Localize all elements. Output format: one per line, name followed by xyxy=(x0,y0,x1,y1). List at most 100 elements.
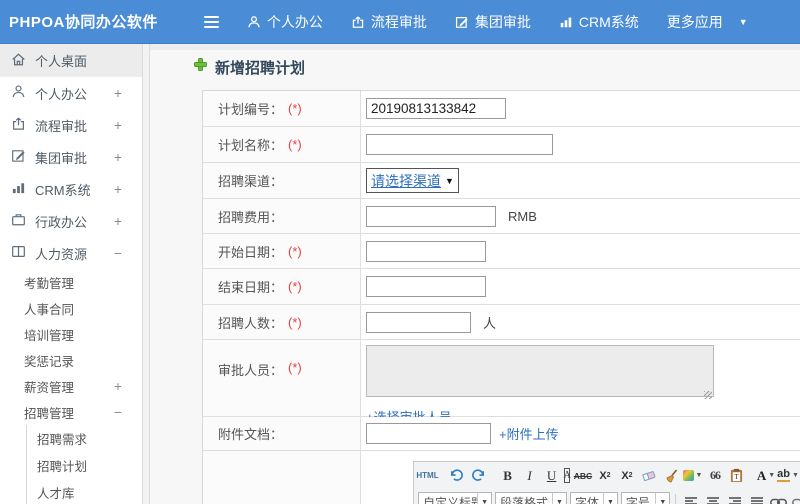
sidebar-item-group-approval[interactable]: 集团审批 + xyxy=(0,141,142,173)
edit-icon xyxy=(455,15,469,29)
edit-icon xyxy=(11,148,26,166)
bold-button[interactable]: B xyxy=(498,466,517,485)
font-style-button[interactable]: A xyxy=(564,468,571,483)
insert-link-button[interactable] xyxy=(769,493,788,504)
underline-button[interactable]: U xyxy=(542,466,561,485)
font-size-dropdown[interactable]: 字号 ▼ xyxy=(620,492,671,504)
align-justify-button[interactable] xyxy=(747,493,766,504)
main-content: 新增招聘计划 计划编号： (*) 计划名称： (*) 招聘渠道： 请选择渠道 ▼ xyxy=(150,44,800,504)
chevron-down-icon: ▼ xyxy=(655,493,669,504)
nav-item-personal-office[interactable]: 个人办公 xyxy=(247,12,323,32)
collapse-minus-icon[interactable]: − xyxy=(114,404,122,420)
plan-name-input[interactable] xyxy=(366,134,553,155)
required-marker: (*) xyxy=(288,243,302,259)
superscript-button[interactable]: X2 xyxy=(595,466,614,485)
unlink-button-cutoff[interactable] xyxy=(791,493,800,504)
sidebar-item-training-mgmt[interactable]: 培训管理 xyxy=(0,321,142,347)
sidebar-item-talent-pool[interactable]: 人才库 xyxy=(27,479,142,504)
align-left-button[interactable] xyxy=(681,493,700,504)
book-icon xyxy=(11,244,26,262)
nav-item-crm-system[interactable]: CRM系统 xyxy=(559,12,639,32)
sidebar-item-workflow-approval[interactable]: 流程审批 + xyxy=(0,109,142,141)
rich-text-editor: HTML B I U A ABC X2 X2 ▼ 66 T A ▼ ab ▼ 自… xyxy=(413,461,800,504)
sidebar-scroll-divider xyxy=(143,44,150,504)
nav-label: 集团审批 xyxy=(474,13,531,30)
collapse-minus-icon[interactable]: − xyxy=(114,245,122,261)
sidebar-item-recruit-mgmt[interactable]: 招聘管理 − xyxy=(0,399,142,425)
remove-format-eraser-button[interactable] xyxy=(639,466,658,485)
start-date-input[interactable] xyxy=(366,240,486,262)
chevron-down-icon: ▼ xyxy=(695,472,703,479)
expand-plus-icon[interactable]: + xyxy=(114,149,122,165)
plan-number-input[interactable] xyxy=(366,98,506,119)
sidebar-item-personal-desktop[interactable]: 个人桌面 xyxy=(0,44,142,77)
nav-item-group-approval[interactable]: 集团审批 xyxy=(455,12,531,32)
chevron-down-icon: ▼ xyxy=(552,493,566,504)
sidebar-item-hr-contracts[interactable]: 人事合同 xyxy=(0,295,142,321)
align-right-button[interactable] xyxy=(725,493,744,504)
channel-select[interactable]: 请选择渠道 ▼ xyxy=(366,168,459,193)
form-row-content-editor: HTML B I U A ABC X2 X2 ▼ 66 T A ▼ ab ▼ 自… xyxy=(203,451,800,504)
form-row-headcount: 招聘人数： (*) 人 xyxy=(203,305,800,340)
approver-textarea[interactable] xyxy=(366,345,714,397)
hamburger-menu-icon[interactable] xyxy=(203,15,219,28)
custom-heading-dropdown[interactable]: 自定义标题 ▼ xyxy=(418,492,492,504)
chevron-down-icon: ▼ xyxy=(791,472,799,479)
content-top-band xyxy=(150,44,800,50)
headcount-input[interactable] xyxy=(366,311,471,333)
sidebar-item-personal-office[interactable]: 个人办公 + xyxy=(0,77,142,109)
form-row-plan-number: 计划编号： (*) xyxy=(203,91,800,127)
expand-plus-icon[interactable]: + xyxy=(114,378,122,394)
subscript-button[interactable]: X2 xyxy=(617,466,636,485)
form-row-end-date: 结束日期： (*) xyxy=(203,269,800,305)
form-row-start-date: 开始日期： (*) xyxy=(203,234,800,269)
paste-as-text-button[interactable]: T xyxy=(727,466,746,485)
person-icon xyxy=(11,84,26,102)
field-label: 招聘人数： xyxy=(218,315,284,331)
top-nav: 个人办公 流程审批 集团审批 CRM系统 更多应用 ▼ xyxy=(203,12,748,32)
currency-unit: RMB xyxy=(508,208,537,224)
sidebar-item-recruit-demand[interactable]: 招聘需求 xyxy=(27,425,142,452)
source-code-button[interactable]: HTML xyxy=(416,466,438,485)
align-center-button[interactable] xyxy=(703,493,722,504)
expand-plus-icon[interactable]: + xyxy=(114,117,122,133)
nav-item-more-apps[interactable]: 更多应用 ▼ xyxy=(667,12,748,32)
sidebar-item-admin-office[interactable]: 行政办公 + xyxy=(0,205,142,237)
sidebar-item-human-resources[interactable]: 人力资源 − xyxy=(0,237,142,269)
format-brush-broom-button[interactable] xyxy=(661,466,680,485)
field-label: 招聘费用： xyxy=(218,209,284,225)
fee-input[interactable] xyxy=(366,205,496,227)
app-window: PHPOA协同办公软件 个人办公 流程审批 集团审批 CRM系统 更多应用 ▼ … xyxy=(0,0,800,504)
sidebar-item-recruit-plan[interactable]: 招聘计划 xyxy=(27,452,142,479)
field-label: 招聘渠道： xyxy=(218,174,284,189)
attachment-upload-link[interactable]: +附件上传 xyxy=(499,424,559,443)
sidebar-item-attendance-mgmt[interactable]: 考勤管理 xyxy=(0,269,142,295)
expand-plus-icon[interactable]: + xyxy=(114,85,122,101)
home-icon xyxy=(11,52,26,70)
chevron-down-icon: ▼ xyxy=(768,472,776,479)
nav-label: 流程审批 xyxy=(370,13,427,30)
expand-plus-icon[interactable]: + xyxy=(114,213,122,229)
form-row-plan-name: 计划名称： (*) xyxy=(203,127,800,163)
required-marker: (*) xyxy=(288,314,302,330)
paragraph-format-dropdown[interactable]: 段落格式 ▼ xyxy=(495,492,567,504)
sidebar-item-salary-mgmt[interactable]: 薪资管理 + xyxy=(0,373,142,399)
expand-plus-icon[interactable]: + xyxy=(114,181,122,197)
font-family-dropdown[interactable]: 字体 ▼ xyxy=(569,492,618,504)
undo-button[interactable] xyxy=(447,466,466,485)
redo-button[interactable] xyxy=(469,466,488,485)
sidebar: 个人桌面 个人办公 + 流程审批 + 集团审批 + CRM系统 + 行政办公 + xyxy=(0,44,143,504)
italic-button[interactable]: I xyxy=(520,466,539,485)
blockquote-button[interactable]: 66 xyxy=(705,466,724,485)
select-arrow-icon: ▼ xyxy=(445,175,454,186)
nav-item-workflow-approval[interactable]: 流程审批 xyxy=(351,12,427,32)
color-brush-dropdown[interactable]: ▼ xyxy=(683,466,702,485)
font-color-dropdown[interactable]: A ▼ xyxy=(756,466,775,485)
highlight-color-dropdown[interactable]: ab ▼ xyxy=(777,466,799,485)
color-brush-icon xyxy=(683,470,694,481)
strikethrough-button[interactable]: ABC xyxy=(573,466,592,485)
attachment-input[interactable] xyxy=(366,423,491,444)
end-date-input[interactable] xyxy=(366,276,486,297)
sidebar-item-rewards-records[interactable]: 奖惩记录 xyxy=(0,347,142,373)
sidebar-item-crm-system[interactable]: CRM系统 + xyxy=(0,173,142,205)
